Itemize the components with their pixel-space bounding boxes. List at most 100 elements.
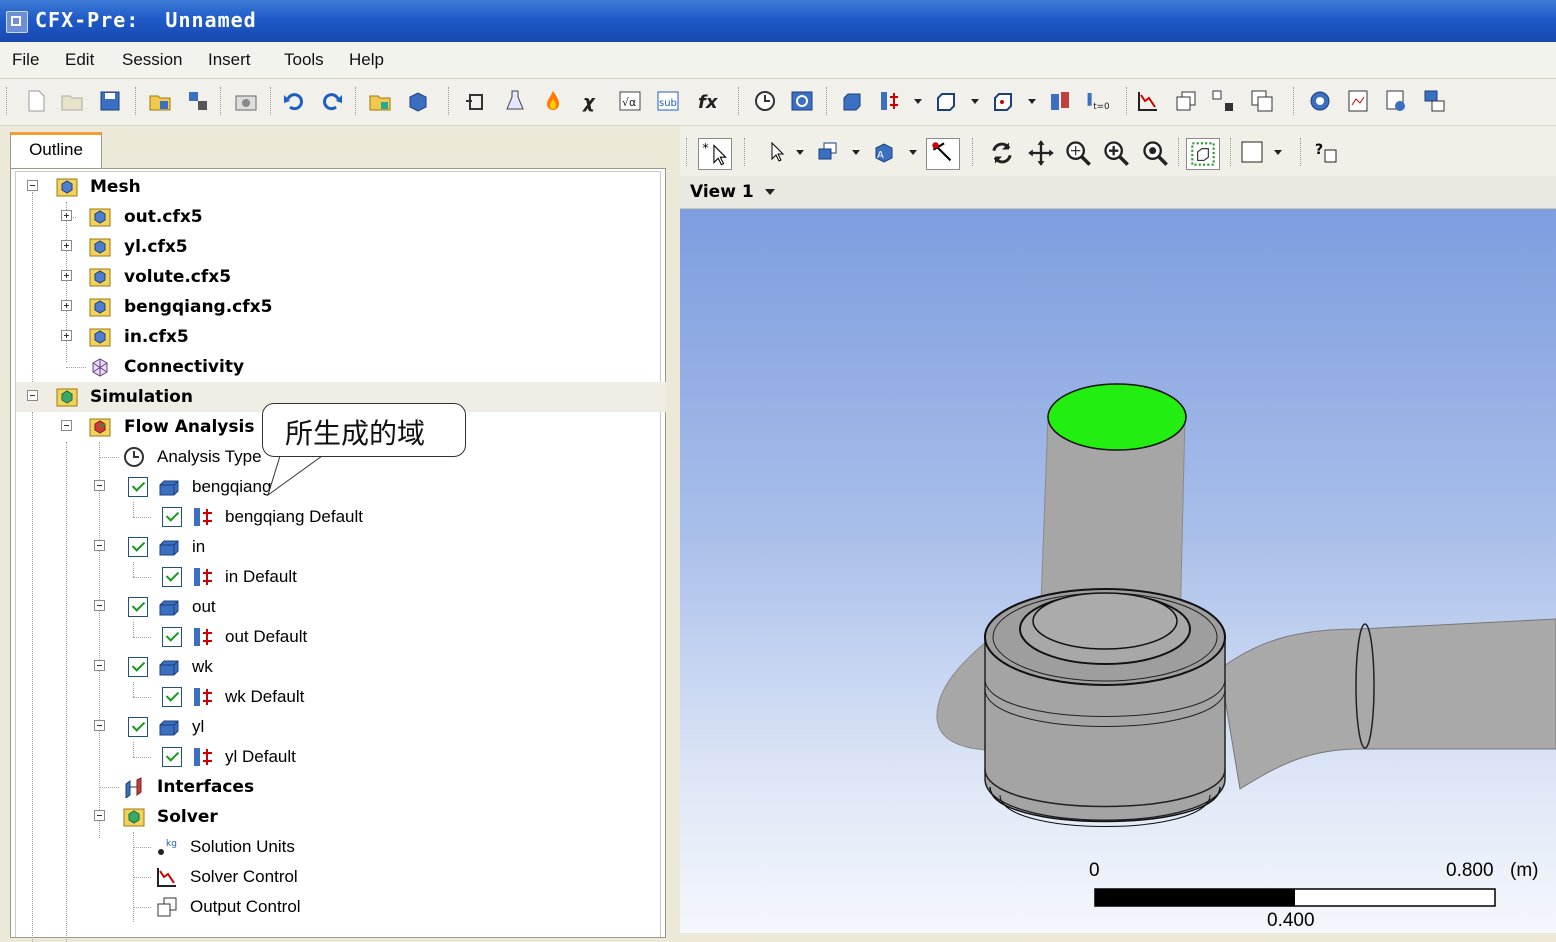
whats-this-help-icon[interactable]: ?	[1314, 140, 1338, 164]
cfx-launcher-icon[interactable]	[1423, 89, 1447, 113]
collapse-toggle[interactable]	[94, 660, 105, 671]
boundary-checkbox[interactable]	[162, 747, 182, 767]
boundary-checkbox[interactable]	[162, 687, 182, 707]
tree-item-mesh-file[interactable]: in.cfx5	[16, 322, 666, 352]
report-icon[interactable]	[1346, 89, 1370, 113]
collapse-toggle[interactable]	[94, 540, 105, 551]
subdomain-icon[interactable]	[934, 89, 958, 113]
mesh-adaption-icon[interactable]	[464, 89, 488, 113]
collapse-toggle[interactable]	[27, 180, 38, 191]
menu-insert[interactable]: Insert	[208, 50, 251, 70]
menu-session[interactable]: Session	[122, 50, 182, 70]
menu-tools[interactable]: Tools	[284, 50, 324, 70]
menu-file[interactable]: File	[12, 50, 39, 70]
probe-tool-icon[interactable]	[926, 138, 960, 170]
boundary-checkbox[interactable]	[162, 627, 182, 647]
boundary-icon[interactable]	[877, 89, 901, 113]
tree-item-domain-bengqiang[interactable]: bengqiang	[16, 472, 666, 502]
tree-item-solver[interactable]: Solver	[16, 802, 666, 832]
boundary-dropdown-arrow[interactable]	[914, 99, 922, 104]
multi-config-icon[interactable]	[1250, 89, 1274, 113]
tree-item-solution-units[interactable]: kg Solution Units	[16, 832, 666, 862]
tree-item-mesh-file[interactable]: out.cfx5	[16, 202, 666, 232]
highlight-toggle-icon[interactable]	[1186, 138, 1220, 170]
tab-outline[interactable]: Outline	[10, 132, 102, 168]
source-dropdown-arrow[interactable]	[1028, 99, 1036, 104]
analysis-type-clock-icon[interactable]	[753, 89, 777, 113]
boundary-checkbox[interactable]	[162, 507, 182, 527]
load-template-icon[interactable]	[368, 89, 392, 113]
collapse-toggle[interactable]	[27, 390, 38, 401]
tree-item-domain-out[interactable]: out	[16, 592, 666, 622]
menu-edit[interactable]: Edit	[65, 50, 94, 70]
expression-icon[interactable]: √α	[618, 89, 642, 113]
expand-toggle[interactable]	[61, 210, 72, 221]
3d-viewport[interactable]: 0 0.800 (m) 0.400	[680, 209, 1556, 933]
domain-icon[interactable]	[840, 89, 864, 113]
initialization-icon[interactable]: t=0	[1086, 89, 1110, 113]
additional-variable-icon[interactable]: χ	[580, 89, 604, 113]
expand-toggle[interactable]	[61, 330, 72, 341]
rotate-icon[interactable]	[988, 139, 1016, 167]
define-run-icon[interactable]	[1384, 89, 1408, 113]
render-mode-icon[interactable]: A	[872, 140, 896, 164]
tree-item-boundary[interactable]: in Default	[16, 562, 666, 592]
select-box-icon[interactable]	[816, 140, 840, 164]
tree-item-output-control[interactable]: Output Control	[16, 892, 666, 922]
expand-toggle[interactable]	[61, 300, 72, 311]
collapse-toggle[interactable]	[94, 600, 105, 611]
domain-wizard-icon[interactable]	[406, 89, 430, 113]
expand-toggle[interactable]	[61, 270, 72, 281]
fit-view-icon[interactable]	[1141, 139, 1169, 167]
tree-item-domain-wk[interactable]: wk	[16, 652, 666, 682]
tree-item-interfaces[interactable]: Interfaces	[16, 772, 666, 802]
pick-dropdown-arrow[interactable]	[796, 150, 804, 155]
domain-checkbox[interactable]	[128, 537, 148, 557]
expand-toggle[interactable]	[61, 240, 72, 251]
interface-icon[interactable]	[1048, 89, 1072, 113]
viewport-layout-icon[interactable]	[1240, 140, 1264, 164]
tree-item-solver-control[interactable]: Solver Control	[16, 862, 666, 892]
user-routine-icon[interactable]: sub	[656, 89, 680, 113]
open-folder-icon[interactable]	[60, 89, 84, 113]
tree-item-domain-in[interactable]: in	[16, 532, 666, 562]
layout-dropdown-arrow[interactable]	[1274, 150, 1282, 155]
pump-geometry-model[interactable]	[680, 209, 1556, 933]
material-flask-icon[interactable]	[503, 89, 527, 113]
menu-help[interactable]: Help	[349, 50, 384, 70]
app-icon[interactable]	[6, 11, 28, 33]
subdomain-dropdown-arrow[interactable]	[971, 99, 979, 104]
save-icon[interactable]	[98, 89, 122, 113]
new-file-icon[interactable]	[24, 89, 48, 113]
domain-checkbox[interactable]	[128, 597, 148, 617]
domain-checkbox[interactable]	[128, 717, 148, 737]
solver-control-icon[interactable]	[1136, 89, 1160, 113]
tree-item-mesh-file[interactable]: bengqiang.cfx5	[16, 292, 666, 322]
boundary-checkbox[interactable]	[162, 567, 182, 587]
collapse-toggle[interactable]	[94, 720, 105, 731]
view-selector[interactable]: View 1	[680, 176, 1556, 209]
output-control-icon[interactable]	[1174, 89, 1198, 113]
render-dropdown-arrow[interactable]	[909, 150, 917, 155]
inlet-boundary-face[interactable]	[1047, 383, 1187, 451]
collapse-toggle[interactable]	[94, 810, 105, 821]
source-point-icon[interactable]	[991, 89, 1015, 113]
domain-checkbox[interactable]	[128, 477, 148, 497]
tree-item-mesh-file[interactable]: yl.cfx5	[16, 232, 666, 262]
write-solver-file-icon[interactable]	[1308, 89, 1332, 113]
pick-cursor-icon[interactable]	[766, 140, 790, 164]
select-cursor-icon[interactable]: *	[698, 138, 732, 170]
view-dropdown-arrow[interactable]	[765, 189, 775, 195]
tree-item-boundary[interactable]: wk Default	[16, 682, 666, 712]
monitor-icon[interactable]	[1211, 89, 1235, 113]
tree-item-boundary[interactable]: yl Default	[16, 742, 666, 772]
zoom-icon[interactable]	[1064, 139, 1092, 167]
redo-icon[interactable]	[320, 89, 344, 113]
simulation-control-icon[interactable]	[790, 89, 814, 113]
collapse-toggle[interactable]	[94, 480, 105, 491]
tree-item-domain-yl[interactable]: yl	[16, 712, 666, 742]
export-mesh-icon[interactable]	[186, 89, 210, 113]
tree-item-connectivity[interactable]: Connectivity	[16, 352, 666, 382]
undo-icon[interactable]	[282, 89, 306, 113]
zoom-box-icon[interactable]	[1102, 139, 1130, 167]
